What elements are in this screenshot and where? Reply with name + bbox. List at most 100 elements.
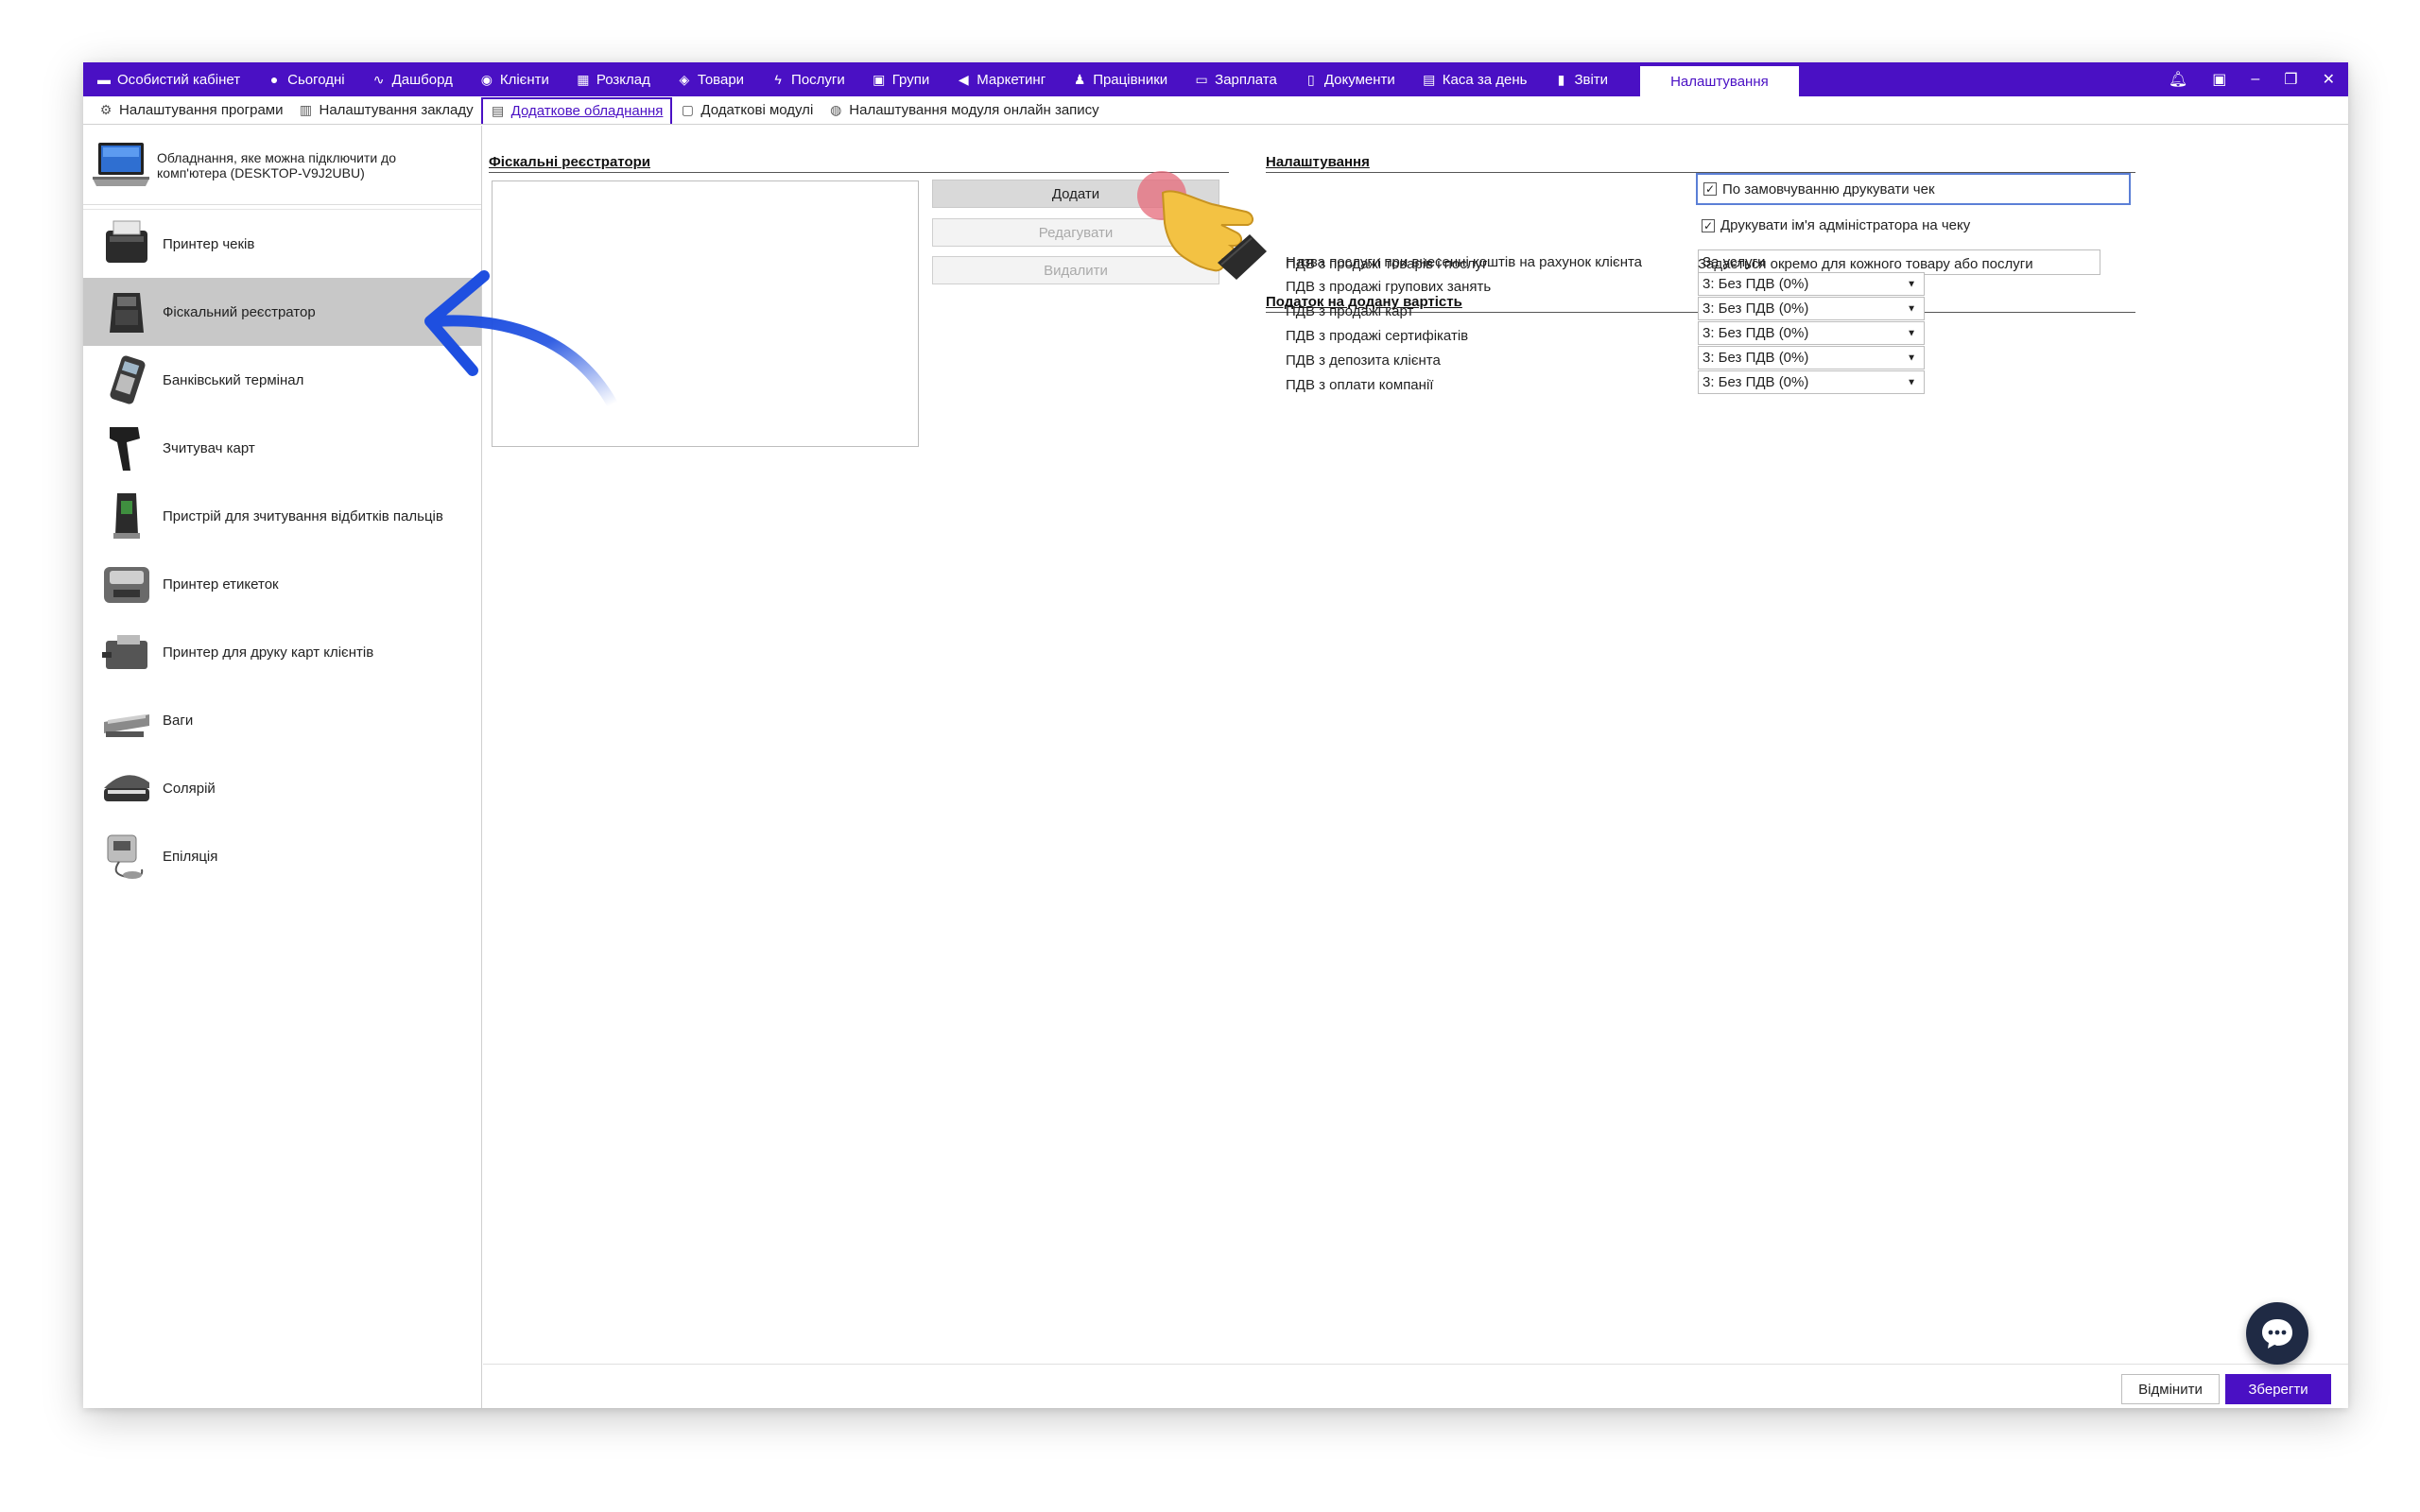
chevron-down-icon: ▼ <box>1907 279 1916 289</box>
receipt-printer-icon <box>100 217 153 270</box>
nav-item-label: Дашборд <box>391 71 453 88</box>
scales-icon <box>100 694 153 747</box>
close-icon[interactable]: ✕ <box>2323 70 2335 89</box>
nav-item-13[interactable]: ▤ Каса за день <box>1409 62 1541 96</box>
nav-item-label: Каса за день <box>1442 71 1528 88</box>
building-icon: ▥ <box>299 102 313 117</box>
sidebar-item-10[interactable]: Епіляція <box>83 822 481 890</box>
nav-item-label: Працівники <box>1093 71 1168 88</box>
sidebar-item-7[interactable]: Принтер для друку карт клієнтів <box>83 618 481 686</box>
megaphone-icon: ◀ <box>958 71 969 87</box>
sidebar-item-3[interactable]: Банківський термінал <box>83 346 481 414</box>
subtab-4[interactable]: ▢ Додаткові модулі <box>672 97 821 124</box>
checkbox-checked-icon: ✓ <box>1702 218 1715 232</box>
vat-select[interactable]: 3: Без ПДВ (0%) ▼ <box>1698 297 1925 320</box>
document-icon: ▯ <box>1306 71 1315 87</box>
print-admin-checkbox[interactable]: ✓ Друкувати ім'я адміністратора на чеку <box>1702 217 1970 233</box>
vat-row-label: ПДВ з продажі групових занять <box>1286 279 1492 295</box>
nav-item-label: Сьогодні <box>287 71 345 88</box>
calculator-icon: ▤ <box>1423 71 1436 87</box>
user-circle-icon: ◉ <box>480 71 493 87</box>
nav-item-1[interactable]: ▬ Особистий кабінет <box>83 62 253 96</box>
pulse-icon: ∿ <box>372 71 385 87</box>
main-content: Фіскальні реєстратори Додати Редагувати … <box>483 126 2348 1408</box>
sidebar-item-label: Принтер чеків <box>163 235 255 252</box>
circle-icon: ● <box>269 72 279 87</box>
nav-item-label: Зарплата <box>1215 71 1277 88</box>
subtab-label: Налаштування модуля онлайн запису <box>849 102 1099 118</box>
delete-button[interactable]: Видалити <box>932 256 1219 284</box>
chevron-down-icon: ▼ <box>1907 303 1916 314</box>
vat-select-value: 3: Без ПДВ (0%) <box>1703 325 1809 341</box>
save-button[interactable]: Зберегти <box>2225 1374 2331 1404</box>
sidebar-item-label: Банківський термінал <box>163 371 304 388</box>
subtab-1[interactable]: ⚙ Налаштування програми <box>91 97 291 124</box>
nav-item-6[interactable]: ◈ Товари <box>664 62 757 96</box>
sidebar-item-1[interactable]: Принтер чеків <box>83 210 481 278</box>
subtab-3[interactable]: ▤ Додаткове обладнання <box>480 96 673 124</box>
group-icon: ▣ <box>873 71 886 87</box>
card-printer-icon <box>100 626 153 679</box>
window-icon: ▢ <box>681 102 695 117</box>
sidebar-item-5[interactable]: Пристрій для зчитування відбитків пальці… <box>83 482 481 550</box>
solarium-icon <box>100 762 153 815</box>
cancel-button[interactable]: Відмінити <box>2121 1374 2220 1404</box>
vat-select-value: 3: Без ПДВ (0%) <box>1703 350 1809 366</box>
edit-button[interactable]: Редагувати <box>932 218 1219 247</box>
minimize-icon[interactable]: – <box>2251 71 2259 88</box>
calendar-icon: ▦ <box>577 71 590 87</box>
subtab-label: Налаштування закладу <box>319 102 474 118</box>
chevron-down-icon: ▼ <box>1907 328 1916 338</box>
bar-chart-icon: ▮ <box>1557 71 1565 87</box>
top-navigation: ▬ Особистий кабінет ● Сьогодні ∿ Дашборд ◉ Кліє… <box>83 62 2348 96</box>
sidebar-item-label: Пристрій для зчитування відбитків пальці… <box>163 507 443 524</box>
nav-item-11[interactable]: ▭ Зарплата <box>1181 62 1290 96</box>
nav-item-8[interactable]: ▣ Групи <box>858 62 942 96</box>
vat-select[interactable]: 3: Без ПДВ (0%) ▼ <box>1698 370 1925 394</box>
nav-item-12[interactable]: ▯ Документи <box>1290 62 1409 96</box>
nav-item-settings[interactable]: Налаштування <box>1640 62 1799 96</box>
subtab-5[interactable]: ◍ Налаштування модуля онлайн запису <box>821 97 1106 124</box>
subtab-label: Додаткове обладнання <box>510 103 664 119</box>
restore-icon[interactable]: ❐ <box>2284 70 2297 89</box>
nav-item-5[interactable]: ▦ Розклад <box>562 62 664 96</box>
nav-item-2[interactable]: ● Сьогодні <box>253 62 358 96</box>
nav-item-7[interactable]: ϟ Послуги <box>757 62 858 96</box>
print-on-order-checkbox[interactable]: ✓ По замовчуванню друкувати чек <box>1696 173 2131 205</box>
sidebar-header-text: Обладнання, яке можна підключити до комп… <box>157 149 397 180</box>
vat-row-label: ПДВ з депозита клієнта <box>1286 352 1441 369</box>
sidebar-item-6[interactable]: Принтер етикеток <box>83 550 481 618</box>
sidebar-item-label: Фіскальний реєстратор <box>163 303 316 320</box>
subtab-label: Додаткові модулі <box>700 102 814 118</box>
sidebar-item-9[interactable]: Солярій <box>83 754 481 822</box>
vat-select[interactable]: 3: Без ПДВ (0%) ▼ <box>1698 272 1925 296</box>
sidebar-item-8[interactable]: Ваги <box>83 686 481 754</box>
vat-row-label: ПДВ з оплати компанії <box>1286 377 1434 393</box>
bell-icon[interactable]: 🔔︎ <box>2169 70 2187 89</box>
chevron-down-icon: ▼ <box>1907 377 1916 387</box>
fiscal-section-rule <box>489 172 1229 173</box>
epilation-icon <box>100 830 153 883</box>
nav-item-14[interactable]: ▮ Звіти <box>1540 62 1621 96</box>
subtab-2[interactable]: ▥ Налаштування закладу <box>291 97 481 124</box>
sidebar-item-2[interactable]: Фіскальний реєстратор <box>83 278 481 346</box>
nav-item-9[interactable]: ◀ Маркетинг <box>942 62 1059 96</box>
nav-item-10[interactable]: ♟ Працівники <box>1059 62 1181 96</box>
vat-row-label: ПДВ з продажі карт <box>1286 303 1414 319</box>
sidebar-item-4[interactable]: Зчитувач карт <box>83 414 481 482</box>
laptop-icon <box>93 141 149 190</box>
equipment-sidebar: Обладнання, яке можна підключити до комп… <box>83 126 482 1408</box>
chat-support-button[interactable] <box>2246 1302 2308 1365</box>
nav-item-3[interactable]: ∿ Дашборд <box>358 62 466 96</box>
fiscal-register-icon <box>100 285 153 338</box>
checkbox-checked-icon: ✓ <box>1703 182 1717 196</box>
vat-select[interactable]: 3: Без ПДВ (0%) ▼ <box>1698 346 1925 369</box>
card-scanner-icon <box>100 421 153 474</box>
print-admin-label: Друкувати ім'я адміністратора на чеку <box>1720 217 1971 233</box>
fiscal-register-listbox[interactable] <box>492 180 919 447</box>
nav-item-4[interactable]: ◉ Клієнти <box>466 62 562 96</box>
nav-item-label: Послуги <box>791 71 845 88</box>
add-button[interactable]: Додати <box>932 180 1219 208</box>
lock-icon[interactable]: ▣ <box>2212 70 2226 89</box>
vat-select[interactable]: 3: Без ПДВ (0%) ▼ <box>1698 321 1925 345</box>
